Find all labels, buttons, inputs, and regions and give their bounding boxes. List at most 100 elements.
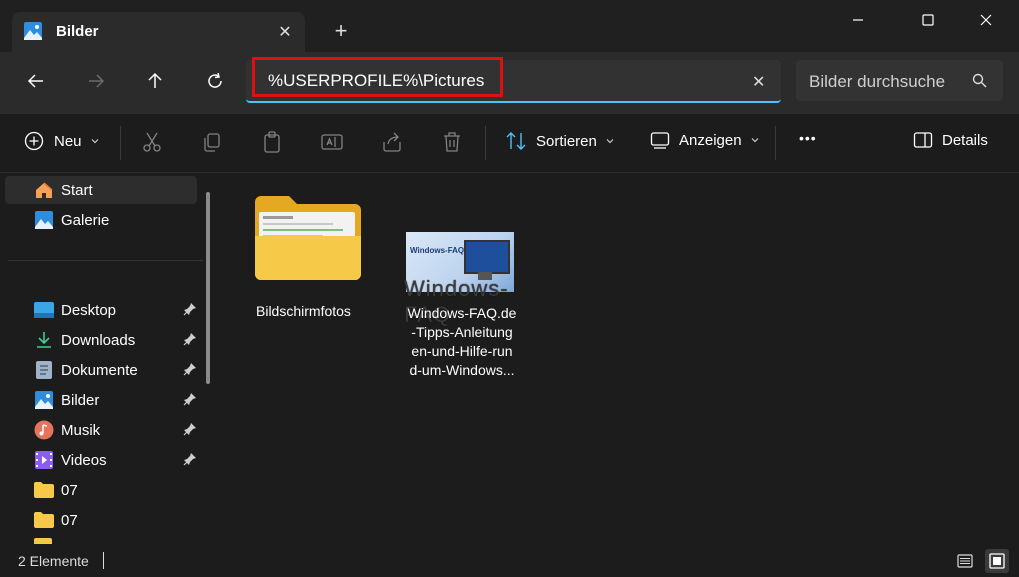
sidebar-item-label: 07 — [61, 511, 78, 529]
home-icon — [34, 180, 54, 200]
pin-icon[interactable] — [183, 392, 197, 406]
sidebar-item-downloads[interactable]: Downloads — [5, 326, 197, 354]
address-highlight-box — [252, 57, 503, 97]
sidebar-item-label: Bilder — [61, 391, 100, 409]
sidebar-item-label: Desktop — [61, 301, 117, 319]
maximize-button[interactable] — [905, 0, 951, 40]
toolbar-divider — [120, 126, 121, 160]
folder-label: Bildschirmfotos — [256, 303, 351, 319]
new-button[interactable]: Neu — [24, 131, 100, 151]
sidebar-scrollbar[interactable] — [206, 192, 210, 384]
view-icon — [650, 132, 670, 149]
close-icon — [980, 14, 992, 26]
command-bar: Neu Sortieren Anzeigen ••• Details — [0, 114, 1019, 173]
rename-icon[interactable] — [320, 130, 344, 154]
sidebar-item-galerie[interactable]: Galerie — [5, 206, 197, 234]
arrow-up-icon — [148, 72, 162, 88]
copy-icon[interactable] — [200, 130, 224, 154]
item-count: 2 Elemente — [18, 553, 89, 569]
search-icon[interactable] — [972, 73, 987, 93]
sidebar-item-desktop[interactable]: Desktop — [5, 296, 197, 324]
thumbnail-monitor — [464, 240, 510, 274]
sidebar-item-label: 07 — [61, 481, 78, 499]
sort-icon — [506, 132, 526, 150]
image-item-windows-faq[interactable]: Windows-FAQ.de Windows-FAQ Windows-FAQ.d… — [404, 230, 524, 390]
sidebar-divider — [8, 260, 203, 261]
paste-icon[interactable] — [260, 130, 284, 154]
navigation-pane: Start Galerie Desktop Downloads Dokument… — [0, 172, 220, 544]
search-box[interactable]: Bilder durchsuche — [796, 60, 1003, 101]
status-bar: 2 Elemente — [0, 544, 1019, 577]
tab-bilder[interactable]: Bilder ✕ — [12, 12, 305, 52]
folder-icon — [34, 510, 54, 530]
sort-button[interactable]: Sortieren — [505, 131, 615, 151]
image-label: Windows-FAQ.de -Tipps-Anleitung en-und-H… — [407, 305, 517, 378]
pin-icon[interactable] — [183, 302, 197, 316]
pin-icon[interactable] — [183, 362, 197, 376]
sidebar-item-label: Galerie — [61, 211, 110, 229]
sidebar-item-label: Videos — [61, 451, 107, 469]
close-tab-icon[interactable]: ✕ — [274, 21, 296, 43]
refresh-icon — [208, 72, 222, 88]
chevron-down-icon — [91, 139, 98, 144]
sidebar-item-folder-07[interactable]: 07 — [5, 476, 197, 504]
arrow-left-icon — [27, 74, 43, 88]
folder-icon — [255, 196, 361, 285]
sidebar-item-musik[interactable]: Musik — [5, 416, 197, 444]
file-list: Bildschirmfotos Windows-FAQ.de Windows-F… — [220, 172, 1019, 544]
new-label: Neu — [54, 132, 82, 150]
folder-item-bildschirmfotos[interactable]: Bildschirmfotos — [250, 192, 361, 332]
pictures-icon — [24, 22, 42, 40]
sidebar-item-label: Start — [61, 181, 93, 199]
search-input[interactable]: Bilder durchsuche — [809, 72, 945, 92]
plus-circle-icon — [24, 131, 44, 151]
details-pane-icon — [913, 132, 933, 148]
document-icon — [34, 360, 54, 380]
sidebar-item-dokumente[interactable]: Dokumente — [5, 356, 197, 384]
back-button[interactable] — [16, 64, 56, 98]
details-button[interactable]: Details — [913, 131, 988, 149]
new-tab-button[interactable]: + — [328, 18, 354, 44]
details-view-icon[interactable] — [955, 551, 975, 571]
delete-icon[interactable] — [440, 130, 464, 154]
sort-label: Sortieren — [536, 132, 597, 150]
forward-button[interactable] — [76, 64, 116, 98]
pin-icon[interactable] — [183, 422, 197, 436]
status-divider — [103, 552, 104, 569]
toolbar-divider — [775, 126, 776, 160]
details-label: Details — [942, 131, 988, 149]
close-window-button[interactable] — [963, 0, 1009, 40]
music-icon — [34, 420, 54, 440]
sidebar-item-bilder[interactable]: Bilder — [5, 386, 197, 414]
share-icon[interactable] — [380, 130, 404, 154]
folder-icon — [34, 480, 54, 500]
up-button[interactable] — [135, 64, 175, 98]
toolbar-divider — [485, 126, 486, 160]
more-options-button[interactable]: ••• — [799, 130, 817, 146]
view-button[interactable]: Anzeigen — [650, 131, 760, 149]
desktop-icon — [34, 300, 54, 320]
clear-address-icon[interactable]: ✕ — [752, 72, 765, 92]
video-icon — [34, 450, 54, 470]
sidebar-item-videos[interactable]: Videos — [5, 446, 197, 474]
minimize-icon — [853, 19, 863, 21]
sidebar-item-start[interactable]: Start — [5, 176, 197, 204]
title-bar: Bilder ✕ + — [0, 0, 1019, 52]
pictures-icon — [34, 390, 54, 410]
pin-icon[interactable] — [183, 332, 197, 346]
chevron-down-icon — [606, 139, 614, 144]
chevron-down-icon — [751, 138, 758, 143]
sidebar-item-label: Downloads — [61, 331, 136, 349]
sidebar-item-folder-07[interactable]: 07 — [5, 506, 197, 534]
gallery-icon — [34, 210, 54, 230]
view-label: Anzeigen — [679, 131, 742, 149]
arrow-right-icon — [89, 74, 105, 88]
tab-label: Bilder — [56, 23, 99, 40]
sidebar-item-label: Musik — [61, 421, 101, 439]
refresh-button[interactable] — [195, 64, 235, 98]
tiles-view-icon[interactable] — [985, 549, 1009, 573]
minimize-button[interactable] — [835, 0, 881, 40]
pin-icon[interactable] — [183, 452, 197, 466]
maximize-icon — [922, 14, 934, 26]
cut-icon[interactable] — [140, 130, 164, 154]
